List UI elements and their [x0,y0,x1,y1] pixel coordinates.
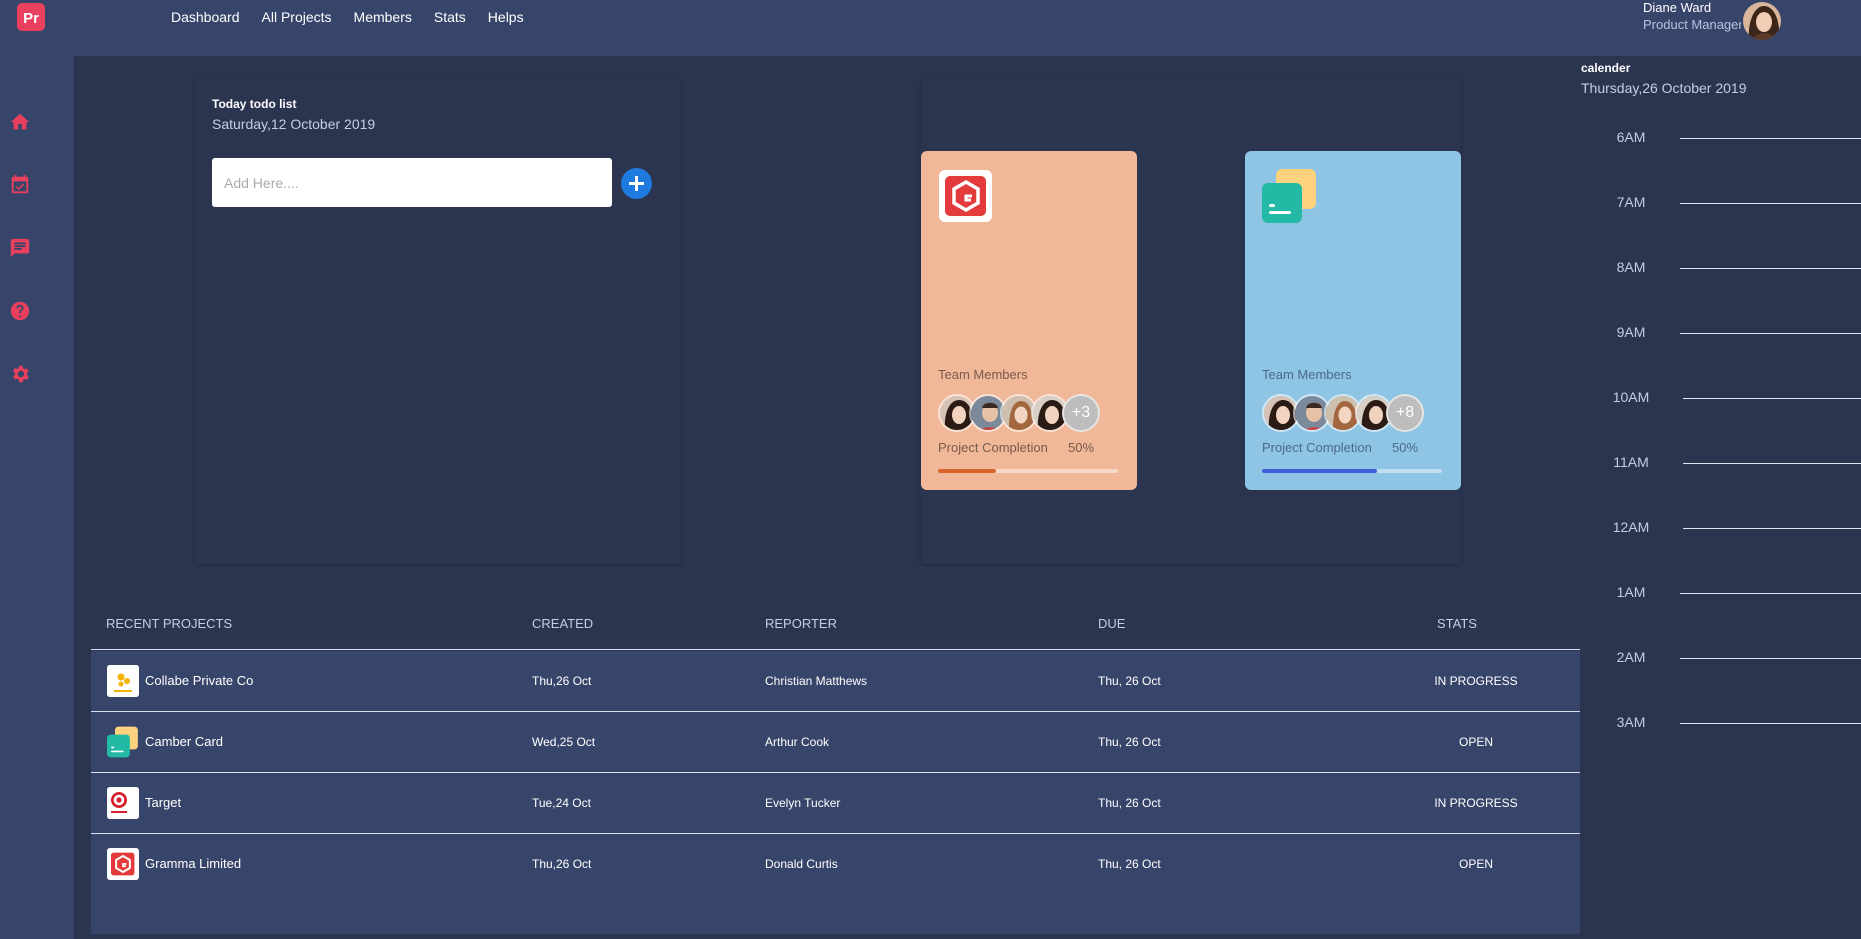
nav-helps[interactable]: Helps [488,9,524,25]
nav-stats[interactable]: Stats [434,9,466,25]
calendar-hour-label: 2AM [1616,649,1646,665]
due-date: Thu, 26 Oct [1098,796,1161,810]
calendar-date: Thursday,26 October 2019 [1581,80,1747,96]
due-date: Thu, 26 Oct [1098,674,1161,688]
created-date: Thu,26 Oct [532,857,592,871]
calendar-hour-line[interactable] [1680,593,1861,594]
project-name: Gramma Limited [145,856,242,871]
reporter-name: Donald Curtis [765,857,838,871]
calendar-hour-label: 8AM [1616,259,1646,275]
project-card-camber[interactable]: Team Members +8 Project Completion 50% [1245,151,1461,490]
calendar-hour-label: 1AM [1616,584,1646,600]
col-header-due[interactable]: DUE [1098,616,1125,631]
created-date: Thu,26 Oct [532,674,592,688]
calendar-hour-line[interactable] [1683,528,1861,529]
due-date: Thu, 26 Oct [1098,857,1161,871]
calendar-hour-label: 6AM [1616,129,1646,145]
status-badge: IN PROGRESS [1434,796,1518,810]
gramma-logo-icon [938,169,994,223]
project-completion-value: 50% [1392,440,1419,455]
col-header-recent-projects[interactable]: RECENT PROJECTS [106,616,232,631]
project-completion-value: 50% [1068,440,1095,455]
due-date: Thu, 26 Oct [1098,735,1161,749]
col-header-created[interactable]: CREATED [532,616,593,631]
calendar-hour-label: 12AM [1612,519,1650,535]
table-row[interactable]: Collabe Private Co Thu,26 Oct Christian … [91,651,1580,712]
status-badge: OPEN [1458,857,1493,871]
calendar-hour-line[interactable] [1683,463,1861,464]
created-date: Wed,25 Oct [532,735,596,749]
collabe-logo-icon [107,665,139,697]
main-nav: Dashboard All Projects Members Stats Hel… [171,9,524,25]
calendar-hour-label: 11AM [1613,454,1649,470]
project-completion-label: Project Completion [1262,440,1372,455]
completion-progress-fill [1262,469,1378,473]
team-members-label: Team Members [938,367,1028,382]
col-header-stats[interactable]: STATS [1437,616,1477,631]
todo-input[interactable] [212,158,612,207]
status-badge: IN PROGRESS [1434,674,1518,688]
user-name: Diane Ward [1643,0,1712,15]
more-members-badge[interactable]: +8 [1386,394,1424,432]
nav-members[interactable]: Members [354,9,412,25]
team-avatars: +8 [1262,394,1442,432]
project-completion-label: Project Completion [938,440,1048,455]
plus-icon[interactable] [621,168,652,199]
todo-date: Saturday,12 October 2019 [212,116,376,132]
completion-progress-fill [938,469,996,473]
calendar-check-icon[interactable] [9,174,31,196]
calendar-hour-label: 7AM [1616,194,1646,210]
table-footer [91,894,1580,934]
camber-logo-icon [1262,169,1318,223]
table-row[interactable]: Target Tue,24 Oct Evelyn Tucker Thu, 26 … [91,773,1580,834]
gramma-logo-icon [107,848,139,880]
more-members-badge[interactable]: +3 [1062,394,1100,432]
completion-progress-bar [1262,469,1442,473]
table-header: RECENT PROJECTS CREATED REPORTER DUE STA… [91,602,1580,650]
target-logo-icon [107,787,139,819]
reporter-name: Arthur Cook [765,735,830,749]
user-avatar[interactable] [1741,0,1783,42]
camber-logo-icon [107,726,139,758]
team-members-label: Team Members [1262,367,1352,382]
user-role: Product Manager [1643,17,1743,32]
sidebar [0,56,74,939]
todo-panel [195,80,681,564]
table-row[interactable]: Gramma Limited Thu,26 Oct Donald Curtis … [91,834,1580,895]
home-icon[interactable] [9,111,31,133]
calendar-hour-line[interactable] [1680,138,1861,139]
status-badge: OPEN [1458,735,1493,749]
calendar-hour-line[interactable] [1683,398,1861,399]
calendar-hour-line[interactable] [1680,658,1861,659]
project-card-gramma[interactable]: Team Members +3 Project Completion 50% [921,151,1137,490]
settings-icon[interactable] [9,363,31,385]
project-name: Target [145,795,182,810]
calendar-hour-label: 9AM [1616,324,1646,340]
table-row[interactable]: Camber Card Wed,25 Oct Arthur Cook Thu, … [91,712,1580,773]
col-header-reporter[interactable]: REPORTER [765,616,837,631]
help-icon[interactable] [9,300,31,322]
top-bar: Pr Dashboard All Projects Members Stats … [0,0,1861,56]
calendar-title: calender [1581,61,1631,75]
project-name: Collabe Private Co [145,673,254,688]
calendar-hour-line[interactable] [1680,268,1861,269]
chat-icon[interactable] [9,237,31,259]
project-name: Camber Card [145,734,224,749]
app-logo[interactable]: Pr [17,3,45,31]
nav-all-projects[interactable]: All Projects [262,9,332,25]
user-info[interactable]: Diane Ward Product Manager [1643,0,1743,32]
todo-title: Today todo list [212,97,297,111]
nav-dashboard[interactable]: Dashboard [171,9,240,25]
calendar-hour-label: 3AM [1616,714,1646,730]
calendar-hour-line[interactable] [1680,333,1861,334]
reporter-name: Christian Matthews [765,674,868,688]
reporter-name: Evelyn Tucker [765,796,841,810]
calendar-hour-label: 10AM [1612,389,1650,405]
created-date: Tue,24 Oct [532,796,591,810]
completion-progress-bar [938,469,1118,473]
recent-projects-table: RECENT PROJECTS CREATED REPORTER DUE STA… [91,602,1580,934]
team-avatars: +3 [938,394,1118,432]
calendar-hour-line[interactable] [1680,723,1861,724]
calendar-hour-line[interactable] [1680,203,1861,204]
